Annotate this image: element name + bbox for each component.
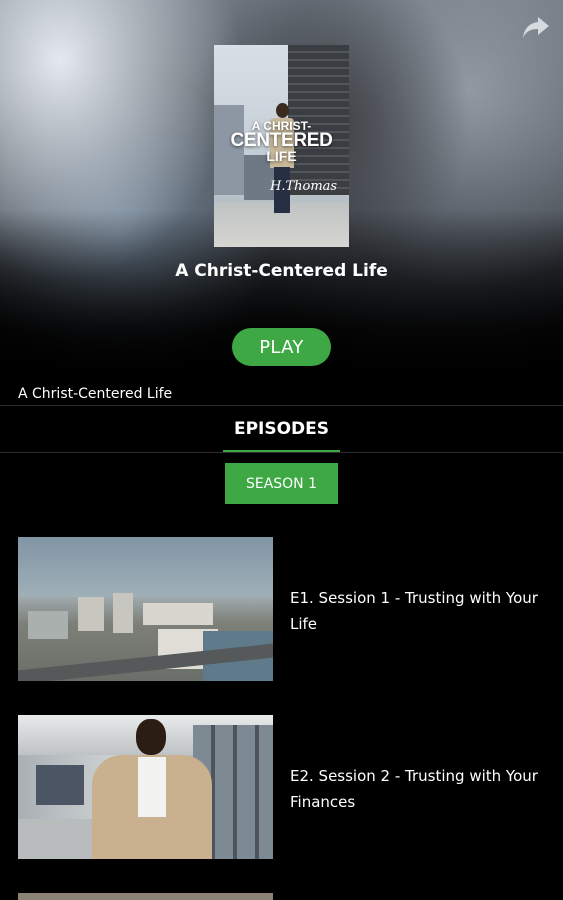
season-selector-button[interactable]: SEASON 1	[225, 463, 338, 504]
poster-title: A CHRIST- CENTERED LIFE	[214, 120, 349, 164]
divider	[0, 452, 563, 453]
episode-list-item[interactable]	[18, 893, 548, 900]
divider	[0, 405, 563, 406]
share-icon[interactable]	[521, 14, 551, 42]
poster-image: A CHRIST- CENTERED LIFE H.Thomas	[214, 45, 349, 247]
episode-title[interactable]: E1. Session 1 - Trusting with Your Life	[290, 585, 540, 637]
page-title: A Christ-Centered Life	[175, 261, 388, 281]
episode-thumbnail[interactable]	[18, 715, 273, 859]
poster-title-line2: CENTERED	[230, 130, 333, 152]
tab-episodes[interactable]: EPISODES	[223, 419, 340, 439]
episode-thumbnail[interactable]	[18, 537, 273, 681]
description-text: A Christ-Centered Life	[18, 386, 173, 402]
play-button[interactable]: PLAY	[232, 328, 331, 366]
episode-title[interactable]: E2. Session 2 - Trusting with Your Finan…	[290, 763, 540, 815]
poster-signature: H.Thomas	[270, 179, 338, 194]
poster-title-line3: LIFE	[266, 147, 297, 164]
episode-list-item[interactable]: E1. Session 1 - Trusting with Your Life	[18, 537, 548, 681]
episode-list-item[interactable]: E2. Session 2 - Trusting with Your Finan…	[18, 715, 548, 859]
episode-thumbnail[interactable]	[18, 893, 273, 900]
